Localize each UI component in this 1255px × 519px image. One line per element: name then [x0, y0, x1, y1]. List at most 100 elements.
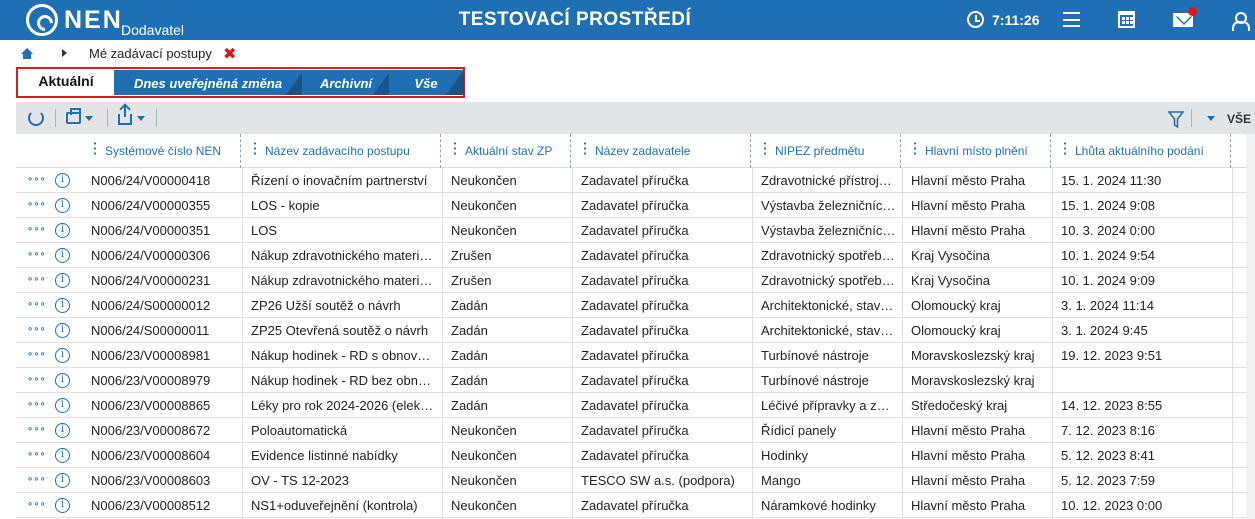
column-menu-icon[interactable]: [1064, 141, 1066, 155]
col-place-cell: Moravskoslezský kraj: [911, 348, 1035, 363]
home-icon[interactable]: [21, 48, 33, 59]
menu-icon[interactable]: [1063, 12, 1080, 27]
info-icon[interactable]: i: [55, 298, 70, 313]
tab-vse[interactable]: Vše: [389, 70, 464, 95]
info-icon[interactable]: i: [55, 223, 70, 238]
tab-archivni[interactable]: Archivní: [302, 70, 391, 95]
column-divider[interactable]: [1050, 134, 1051, 168]
col-system-number-header[interactable]: Systémové číslo NEN: [105, 144, 221, 158]
col-procedure-name-cell: OV - TS 12-2023: [251, 473, 350, 488]
col-procedure-name-cell: Řízení o inovačním partnerství: [251, 173, 428, 188]
info-icon[interactable]: i: [55, 248, 70, 263]
breadcrumb-current[interactable]: Mé zadávací postupy: [89, 46, 212, 61]
info-icon[interactable]: i: [55, 373, 70, 388]
col-system-number-cell: N006/23/V00008981: [91, 348, 211, 363]
filter-icon[interactable]: [1168, 111, 1184, 129]
column-divider[interactable]: [1230, 134, 1231, 168]
info-icon[interactable]: i: [55, 348, 70, 363]
chevron-down-icon[interactable]: [1207, 116, 1215, 121]
col-nipez-cell: Náramkové hodinky: [761, 498, 876, 513]
info-icon[interactable]: i: [55, 448, 70, 463]
col-deadline-cell: 5. 12. 2023 7:59: [1061, 473, 1155, 488]
calendar-icon[interactable]: [1118, 11, 1135, 28]
column-menu-icon[interactable]: [764, 141, 766, 155]
col-nipez-cell: Mango: [761, 473, 801, 488]
col-contracting-authority-cell: Zadavatel příručka: [581, 423, 689, 438]
scrollbar[interactable]: [1246, 134, 1255, 519]
column-menu-icon[interactable]: [584, 141, 586, 155]
info-icon[interactable]: i: [55, 398, 70, 413]
col-status-header[interactable]: Aktuální stav ZP: [465, 144, 552, 158]
row-actions-icon[interactable]: ∘∘∘: [27, 174, 46, 185]
col-deadline-header[interactable]: Lhůta aktuálního podání: [1075, 144, 1204, 158]
col-system-number-cell: N006/24/V00000351: [91, 223, 211, 238]
info-icon[interactable]: i: [55, 273, 70, 288]
info-icon[interactable]: i: [55, 323, 70, 338]
user-icon[interactable]: [1232, 12, 1250, 31]
row-actions-icon[interactable]: ∘∘∘: [27, 224, 46, 235]
refresh-icon[interactable]: [28, 110, 44, 126]
column-divider[interactable]: [750, 134, 751, 168]
chevron-down-icon[interactable]: [137, 116, 145, 121]
col-deadline-cell: 19. 12. 2023 9:51: [1061, 348, 1163, 363]
tab-dnes-uverejnena-zmena[interactable]: Dnes uveřejněná změna: [113, 70, 304, 95]
row-actions-icon[interactable]: ∘∘∘: [27, 274, 46, 285]
scope-selector[interactable]: VŠE: [1227, 112, 1251, 126]
tab-aktualni[interactable]: Aktuální: [18, 70, 114, 96]
row-actions-icon[interactable]: ∘∘∘: [27, 399, 46, 410]
row-actions-icon[interactable]: ∘∘∘: [27, 199, 46, 210]
col-system-number-cell: N006/23/V00008672: [91, 423, 211, 438]
row-actions-icon[interactable]: ∘∘∘: [27, 374, 46, 385]
export-icon[interactable]: [118, 106, 132, 125]
row-actions-icon[interactable]: ∘∘∘: [27, 349, 46, 360]
col-status-cell: Neukončen: [451, 448, 517, 463]
col-nipez-cell: Zdravotnické přístroj…: [761, 173, 892, 188]
row-actions-icon[interactable]: ∘∘∘: [27, 449, 46, 460]
col-deadline-cell: 7. 12. 2023 8:16: [1061, 423, 1155, 438]
col-nipez-cell: Zdravotnický spotřeb…: [761, 248, 895, 263]
col-procedure-name-cell: ZP26 Užší soutěž o návrh: [251, 298, 401, 313]
col-status-cell: Zrušen: [451, 273, 492, 288]
col-nipez-cell: Turbínové nástroje: [761, 373, 869, 388]
row-actions-icon[interactable]: ∘∘∘: [27, 474, 46, 485]
column-menu-icon[interactable]: [914, 141, 916, 155]
row-actions-icon[interactable]: ∘∘∘: [27, 299, 46, 310]
info-icon[interactable]: i: [55, 423, 70, 438]
col-place-header[interactable]: Hlavní místo plnění: [925, 144, 1028, 158]
column-menu-icon[interactable]: [254, 141, 256, 155]
column-divider[interactable]: [900, 134, 901, 168]
col-nipez-cell: Hodinky: [761, 448, 808, 463]
row-actions-icon[interactable]: ∘∘∘: [27, 249, 46, 260]
info-icon[interactable]: i: [55, 473, 70, 488]
col-contracting-authority-cell: TESCO SW a.s. (podpora): [581, 473, 735, 488]
column-divider[interactable]: [240, 134, 241, 168]
notification-badge: [1188, 7, 1197, 16]
col-contracting-authority-cell: Zadavatel příručka: [581, 398, 689, 413]
column-divider[interactable]: [440, 134, 441, 168]
col-status-cell: Zadán: [451, 323, 488, 338]
col-deadline-cell: 15. 1. 2024 11:30: [1061, 173, 1162, 188]
info-icon[interactable]: i: [55, 198, 70, 213]
col-contracting-authority-cell: Zadavatel příručka: [581, 323, 689, 338]
row-actions-icon[interactable]: ∘∘∘: [27, 424, 46, 435]
info-icon[interactable]: i: [55, 173, 70, 188]
col-status-cell: Neukončen: [451, 198, 517, 213]
column-divider[interactable]: [570, 134, 571, 168]
toolbar-divider: [107, 109, 108, 127]
col-procedure-name-header[interactable]: Název zadávacího postupu: [265, 144, 410, 158]
print-icon[interactable]: [66, 108, 81, 124]
row-actions-icon[interactable]: ∘∘∘: [27, 324, 46, 335]
column-menu-icon[interactable]: [454, 141, 456, 155]
col-nipez-header[interactable]: NIPEZ předmětu: [775, 144, 864, 158]
col-contracting-authority-cell: Zadavatel příručka: [581, 348, 689, 363]
info-icon[interactable]: i: [55, 498, 70, 513]
col-deadline-cell: 3. 1. 2024 9:45: [1061, 323, 1148, 338]
row-actions-icon[interactable]: ∘∘∘: [27, 499, 46, 510]
col-deadline-cell: 15. 1. 2024 9:08: [1061, 198, 1155, 213]
chevron-down-icon[interactable]: [85, 116, 93, 121]
column-menu-icon[interactable]: [94, 141, 96, 155]
close-icon[interactable]: ✖: [223, 44, 236, 64]
col-system-number-cell: N006/24/S00000011: [91, 323, 210, 338]
col-contracting-authority-header[interactable]: Název zadavatele: [595, 144, 690, 158]
col-contracting-authority-cell: Zadavatel příručka: [581, 223, 689, 238]
